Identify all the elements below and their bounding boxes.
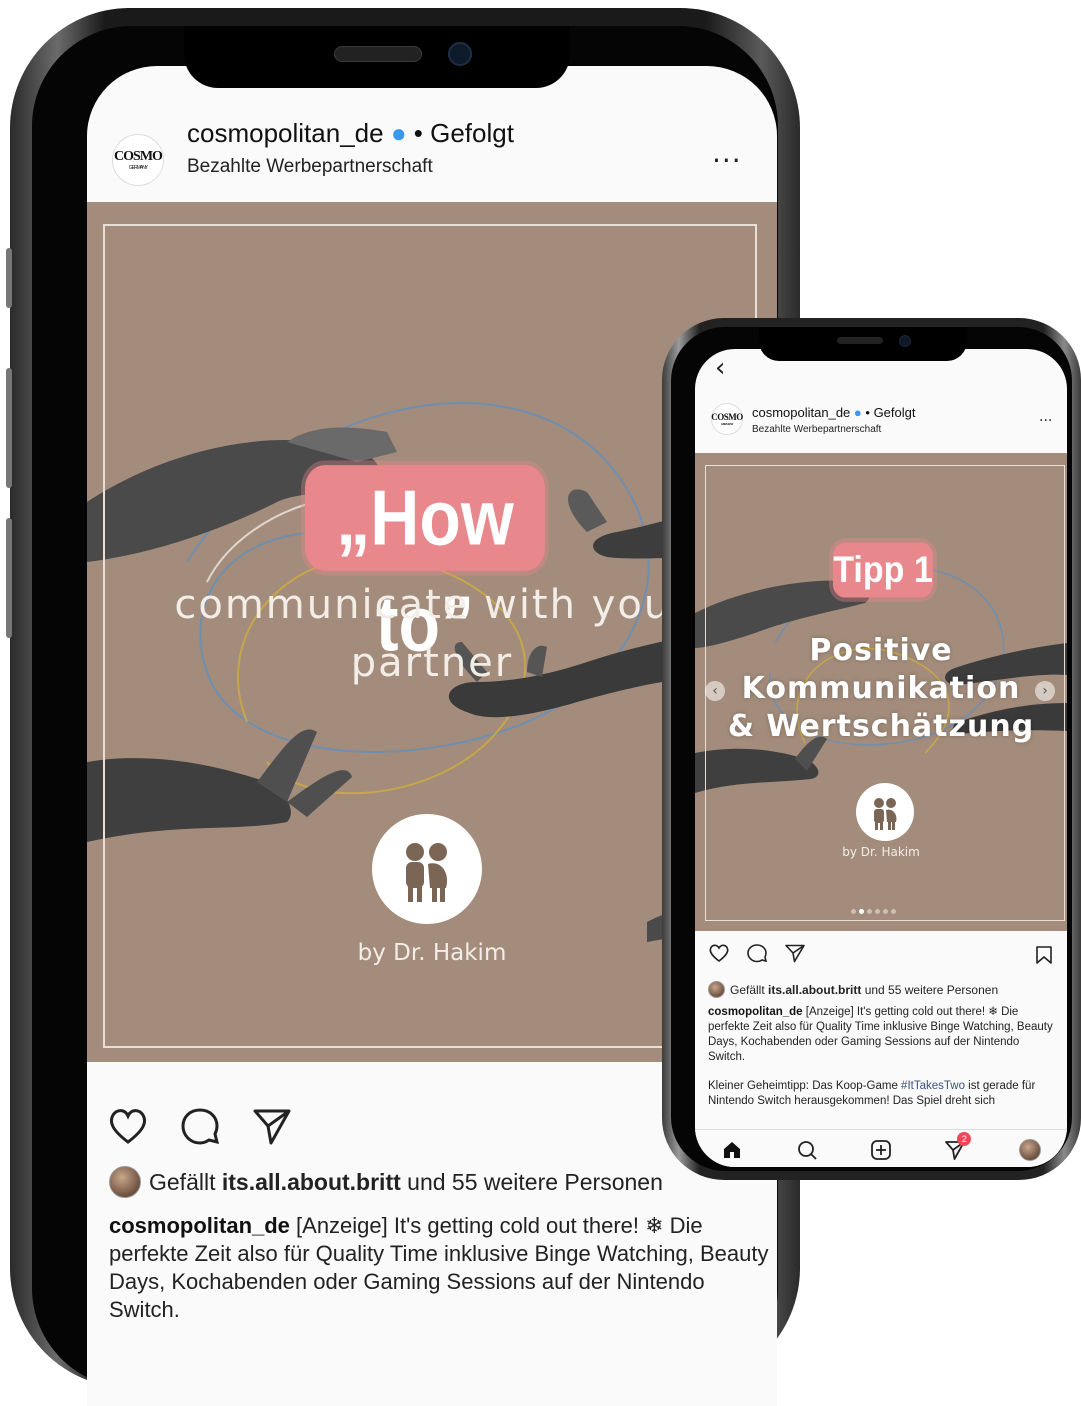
likes-summary: Gefällt its.all.about.britt und 55 weite… — [708, 981, 998, 998]
liker-username[interactable]: its.all.about.britt — [768, 983, 861, 997]
separator: • — [861, 405, 874, 420]
likes-suffix[interactable]: und 55 weitere Personen — [401, 1169, 663, 1195]
follow-status[interactable]: Gefolgt — [874, 405, 916, 420]
caption-username[interactable]: cosmopolitan_de — [109, 1213, 290, 1238]
more-options-icon[interactable]: ... — [1039, 409, 1052, 425]
hashtag-link[interactable]: #ItTakesTwo — [901, 1080, 965, 1092]
carousel-dot — [851, 909, 856, 914]
back-icon[interactable]: ‹ — [715, 353, 725, 383]
likes-prefix: Gefällt — [730, 982, 769, 997]
tab-new-post[interactable] — [867, 1136, 895, 1164]
post-image[interactable]: Tipp 1 Positive Kommunikation & Wertschä… — [695, 453, 1067, 931]
logo-text: COSMO — [711, 412, 743, 422]
verified-icon: ● — [853, 405, 862, 420]
share-icon[interactable] — [784, 943, 806, 963]
logo-text: COSMO — [114, 149, 163, 164]
account-avatar[interactable]: COSMO GERMANY — [112, 134, 164, 186]
carousel-next-icon[interactable]: › — [1035, 681, 1055, 701]
tab-profile[interactable] — [1016, 1136, 1044, 1164]
carousel-prev-icon[interactable]: ‹ — [705, 681, 725, 701]
home-icon — [724, 1142, 741, 1158]
likes-prefix: Gefällt — [149, 1168, 222, 1195]
handle-text[interactable]: cosmopolitan_de — [752, 405, 850, 420]
heart-icon[interactable] — [708, 943, 730, 963]
verified-icon: ● — [390, 118, 407, 148]
speaker — [837, 337, 883, 344]
front-camera — [448, 42, 472, 66]
notification-badge: 2 — [957, 1132, 972, 1146]
side-button — [6, 248, 12, 308]
carousel-dot — [859, 909, 864, 914]
tab-direct[interactable]: 2 — [941, 1132, 972, 1164]
instagram-screen: ‹ COSMO GERMANY cosmopolitan_de ● • Gefo… — [695, 349, 1067, 1167]
add-icon — [871, 1140, 891, 1160]
liker-avatar[interactable] — [109, 1166, 141, 1198]
phone-small: ‹ COSMO GERMANY cosmopolitan_de ● • Gefo… — [662, 318, 1081, 1180]
phone-bezel: ‹ COSMO GERMANY cosmopolitan_de ● • Gefo… — [671, 327, 1072, 1171]
speaker — [334, 46, 422, 62]
volume-button — [6, 368, 12, 488]
byline: by Dr. Hakim — [842, 845, 920, 859]
carousel-dot — [875, 909, 880, 914]
account-avatar[interactable]: COSMO GERMANY — [711, 403, 743, 435]
headline-how-to: „How to” — [305, 465, 545, 668]
phone-notch — [759, 327, 967, 361]
phone-notch — [184, 26, 570, 88]
separator: • — [406, 118, 431, 148]
liker-username[interactable]: its.all.about.britt — [222, 1169, 401, 1195]
couple-logo-icon — [856, 783, 914, 841]
couple-figures-icon — [874, 798, 897, 830]
follow-status[interactable]: Gefolgt — [430, 118, 514, 148]
front-camera — [899, 335, 911, 347]
bottom-tab-bar: 2 — [695, 1129, 1067, 1167]
search-icon — [797, 1141, 817, 1160]
comment-icon[interactable] — [179, 1106, 221, 1146]
headline-tipp: Tipp 1 — [833, 542, 933, 598]
handle-text[interactable]: cosmopolitan_de — [187, 118, 384, 148]
post-actions — [107, 1106, 293, 1146]
post-actions — [708, 943, 806, 963]
account-handle[interactable]: cosmopolitan_de ● • Gefolgt — [187, 118, 514, 149]
caption-text-2: Kleiner Geheimtipp: Das Koop-Game — [708, 1080, 902, 1092]
logo-subtext: GERMANY — [720, 422, 734, 426]
carousel-dot — [891, 909, 896, 914]
comment-icon[interactable] — [746, 943, 768, 963]
share-icon[interactable] — [251, 1106, 293, 1146]
bookmark-icon[interactable] — [1035, 945, 1053, 965]
tab-search[interactable] — [793, 1136, 821, 1164]
post-header: COSMO GERMANY cosmopolitan_de ● • Gefolg… — [87, 116, 777, 206]
headline-line-3: & Wertschätzung — [727, 709, 1035, 744]
post-caption: cosmopolitan_de [Anzeige] It's getting c… — [109, 1212, 769, 1324]
tab-home[interactable] — [718, 1136, 746, 1164]
couple-figures-icon — [406, 843, 448, 902]
logo-subtext: GERMANY — [128, 165, 148, 171]
heart-icon[interactable] — [107, 1106, 149, 1146]
more-options-icon[interactable]: ... — [712, 136, 742, 169]
couple-logo-icon — [372, 814, 482, 924]
post-caption: cosmopolitan_de [Anzeige] It's getting c… — [708, 1005, 1056, 1123]
headline-line-2: Kommunikation — [741, 671, 1021, 706]
liker-avatar[interactable] — [708, 981, 725, 998]
headline-line-1: Positive — [809, 633, 953, 668]
account-handle[interactable]: cosmopolitan_de ● • Gefolgt — [752, 405, 915, 420]
caption-username[interactable]: cosmopolitan_de — [708, 1006, 803, 1018]
profile-avatar — [1018, 1139, 1041, 1161]
paid-partnership-label[interactable]: Bezahlte Werbepartnerschaft — [187, 156, 433, 178]
carousel-dot — [883, 909, 888, 914]
carousel-indicator — [851, 909, 896, 914]
carousel-dot — [867, 909, 872, 914]
likes-suffix[interactable]: und 55 weitere Personen — [861, 983, 998, 997]
volume-button — [6, 518, 12, 638]
likes-summary: Gefällt its.all.about.britt und 55 weite… — [109, 1166, 663, 1198]
paid-partnership-label[interactable]: Bezahlte Werbepartnerschaft — [752, 424, 881, 435]
